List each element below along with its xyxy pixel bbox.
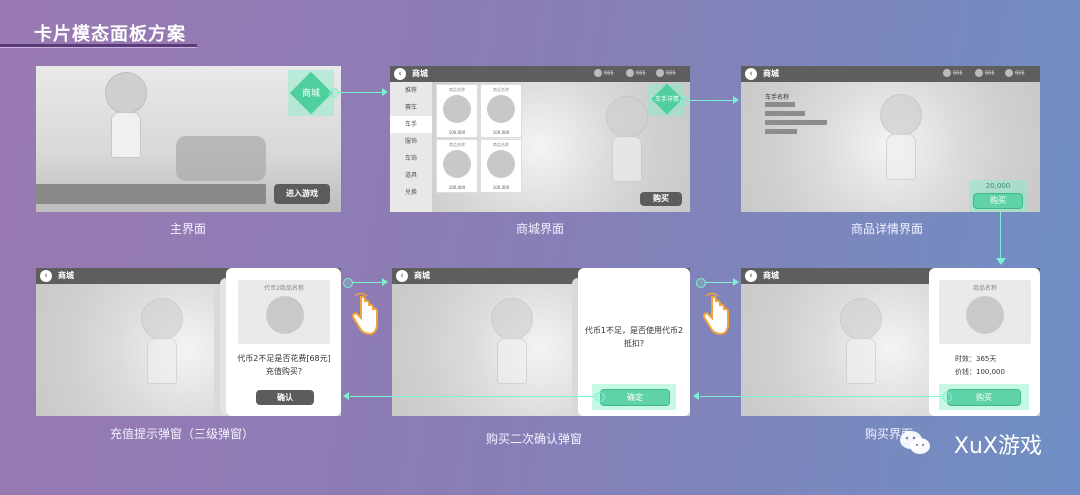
confirm-screen-label: 购买二次确认弹窗 — [486, 432, 583, 446]
character-figure — [831, 298, 889, 388]
detail-price: 20,000 — [985, 182, 1011, 190]
topbar-title: 商城 — [414, 271, 430, 280]
connector-line — [338, 92, 382, 93]
driver-name: 车手名称 — [765, 94, 790, 101]
arrow-icon — [996, 258, 1006, 265]
shop-topbar: ‹ 商城 666 666 666 — [390, 66, 690, 82]
back-icon[interactable]: ‹ — [396, 270, 408, 282]
bottom-bar — [36, 184, 266, 204]
product-name: 代币2商品名称 — [264, 285, 304, 292]
connector-line — [352, 282, 382, 283]
back-icon[interactable]: ‹ — [40, 270, 52, 282]
product-image — [266, 296, 304, 334]
detail-topbar: ‹ 商城 666 666 666 — [741, 66, 1040, 82]
character-figure — [871, 94, 929, 184]
detail-diamond-label: 车手详情 — [654, 96, 679, 103]
connector-node — [696, 278, 706, 288]
info-bar — [765, 120, 827, 125]
connector-node — [329, 88, 339, 98]
topbar-title: 商城 — [763, 69, 779, 78]
price-text: 价钱：100,000 — [955, 368, 1005, 376]
currency-1: 666 — [594, 69, 614, 77]
topbar-title: 商城 — [763, 271, 779, 280]
character-figure — [597, 96, 655, 186]
confirm-message: 代币1不足，是否使用代币2 抵扣? — [584, 326, 684, 348]
recharge-popup: 代币2商品名称 代币2不足是否花费[68元] 充值购买? 确认 — [226, 268, 341, 416]
connector-line — [689, 100, 733, 101]
product-card[interactable]: 商品名称 100,000 — [480, 139, 522, 193]
confirm-screen: ‹ 商城 代币1不足，是否使用代币2 抵扣? 确定 — [392, 268, 690, 416]
character-figure — [132, 298, 190, 388]
shop-buy-button[interactable]: 购买 — [640, 192, 682, 206]
product-card[interactable]: 商品名称 100,000 — [436, 84, 478, 138]
duration-text: 时效：365天 — [955, 355, 997, 363]
main-screen: 进入游戏 商城 — [36, 66, 341, 212]
product-card[interactable]: 商品名称 100,000 — [480, 84, 522, 138]
watermark-text: XuX游戏 — [953, 434, 1042, 459]
page-title: 卡片模态面板方案 — [34, 24, 186, 45]
product-image — [966, 296, 1004, 334]
shop-screen-label: 商城界面 — [516, 222, 565, 236]
topbar-title: 商城 — [58, 271, 74, 280]
purchase-buy-button[interactable]: 购买 — [947, 389, 1021, 406]
wechat-icon — [900, 431, 930, 454]
detail-buy-button[interactable]: 购买 — [973, 193, 1023, 209]
arrow-icon — [382, 278, 388, 286]
kart-figure — [176, 136, 266, 181]
confirm-ok-button[interactable]: 确定 — [600, 389, 670, 406]
connector-node — [680, 96, 690, 106]
title-underline — [0, 44, 197, 48]
connector-node — [942, 392, 952, 402]
arrow-icon — [733, 278, 739, 286]
sidebar-item[interactable]: 道具 — [390, 167, 432, 184]
connector-node — [595, 392, 605, 402]
info-bar — [765, 129, 797, 134]
back-icon[interactable]: ‹ — [745, 270, 757, 282]
character-figure — [482, 298, 540, 388]
sidebar-item-active[interactable]: 车手 — [390, 116, 432, 133]
back-icon[interactable]: ‹ — [394, 68, 406, 80]
tap-hand-icon — [351, 292, 378, 336]
connector-line — [705, 282, 733, 283]
back-icon[interactable]: ‹ — [745, 68, 757, 80]
arrow-icon — [693, 392, 699, 400]
recharge-screen-label: 充值提示弹窗（三级弹窗） — [110, 427, 255, 441]
arrow-icon — [382, 88, 388, 96]
connector-node — [343, 278, 353, 288]
info-bar — [765, 102, 795, 107]
enter-game-button[interactable]: 进入游戏 — [274, 184, 330, 204]
shop-screen: ‹ 商城 666 666 666 推荐 赛车 车手 服饰 车饰 道具 兑换 商品… — [390, 66, 690, 212]
product-name: 商品名称 — [972, 285, 997, 292]
sidebar-item[interactable]: 赛车 — [390, 99, 432, 116]
currency-3: 666 — [1005, 69, 1025, 77]
main-screen-label: 主界面 — [170, 222, 207, 236]
currency-1: 666 — [943, 69, 963, 77]
currency-2: 666 — [626, 69, 646, 77]
tap-hand-icon — [702, 292, 729, 336]
product-card[interactable]: 商品名称 100,000 — [436, 139, 478, 193]
sidebar-item[interactable]: 兑换 — [390, 184, 432, 201]
detail-screen-label: 商品详情界面 — [851, 222, 924, 236]
arrow-icon — [343, 392, 349, 400]
arrow-icon — [733, 96, 739, 104]
info-bar — [765, 111, 805, 116]
topbar-title: 商城 — [412, 69, 428, 78]
sidebar-item[interactable]: 服饰 — [390, 133, 432, 150]
connector-line — [700, 396, 942, 397]
sidebar-item[interactable]: 推荐 — [390, 82, 432, 99]
detail-screen: ‹ 商城 666 666 666 车手名称 20,000 购买 — [741, 66, 1040, 212]
character-figure — [96, 72, 154, 162]
currency-2: 666 — [975, 69, 995, 77]
connector-line — [1000, 212, 1001, 258]
recharge-message: 代币2不足是否花费[68元] 充值购买? — [237, 354, 331, 376]
sidebar-item[interactable]: 车饰 — [390, 150, 432, 167]
purchase-screen: ‹ 商城 商品名称 时效：365天 价钱：100,000 购买 — [741, 268, 1040, 416]
currency-3: 666 — [656, 69, 676, 77]
shop-diamond-label: 商城 — [301, 89, 320, 99]
shop-sidebar: 推荐 赛车 车手 服饰 车饰 道具 兑换 — [390, 82, 432, 212]
recharge-confirm-button[interactable]: 确认 — [256, 390, 314, 405]
recharge-screen: ‹ 商城 代币2商品名称 代币2不足是否花费[68元] 充值购买? 确认 — [36, 268, 341, 416]
connector-line — [350, 396, 595, 397]
